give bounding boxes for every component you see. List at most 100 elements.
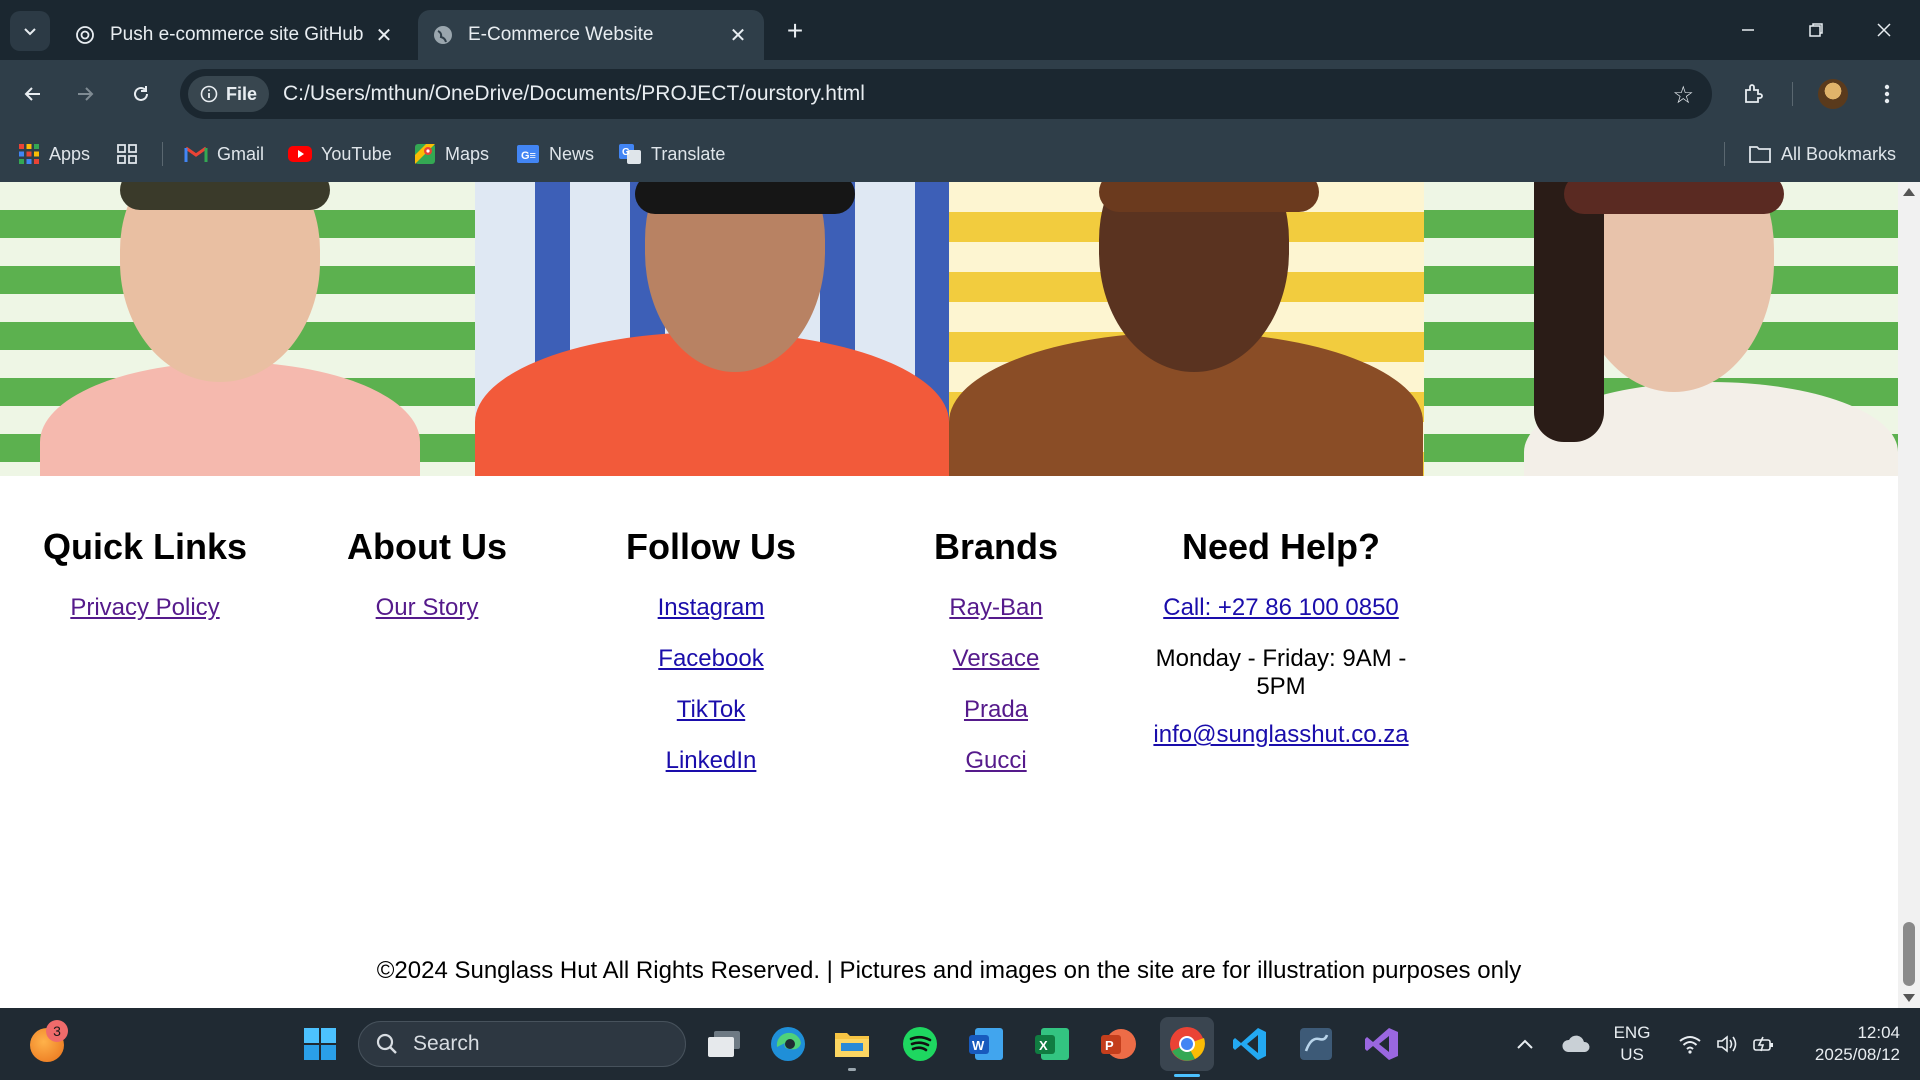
folder-icon (1749, 146, 1771, 163)
model-photo (949, 182, 1424, 476)
file-explorer-app[interactable] (830, 1022, 874, 1066)
excel-icon: X (1035, 1028, 1069, 1060)
privacy-policy-link[interactable]: Privacy Policy (0, 594, 290, 622)
language-indicator[interactable]: ENG US (1604, 1008, 1660, 1080)
tab-github[interactable]: Push e-commerce site GitHub ✕ (60, 10, 410, 60)
battery-charging-icon (1753, 1036, 1773, 1052)
close-window-button[interactable] (1850, 0, 1918, 60)
task-view-button[interactable] (702, 1022, 746, 1066)
close-icon[interactable]: ✕ (726, 23, 750, 47)
arrow-right-icon (78, 87, 94, 101)
database-icon (1300, 1028, 1332, 1060)
show-hidden-icons-button[interactable] (1508, 1008, 1542, 1080)
start-button[interactable] (298, 1022, 342, 1066)
linkedin-link[interactable]: LinkedIn (566, 747, 856, 775)
bookmark-star-icon[interactable]: ☆ (1672, 81, 1694, 110)
svg-text:W: W (972, 1038, 985, 1053)
clock[interactable]: 12:04 2025/08/12 (1790, 1008, 1910, 1080)
tab-title: Push e-commerce site GitHub (110, 24, 364, 45)
copyright-text: ©2024 Sunglass Hut All Rights Reserved. … (376, 957, 1522, 984)
vscode-app[interactable] (1228, 1022, 1272, 1066)
bookmark-gmail[interactable]: Gmail (184, 126, 264, 182)
versace-link[interactable]: Versace (851, 645, 1141, 673)
bookmark-news[interactable]: G≡ News (516, 126, 594, 182)
bookmark-translate[interactable]: G Translate (618, 126, 725, 182)
tab-search-button[interactable] (10, 11, 50, 51)
svg-text:X: X (1039, 1038, 1048, 1053)
powerpoint-app[interactable]: P (1096, 1022, 1140, 1066)
restore-button[interactable] (1782, 0, 1850, 60)
model-photo (1423, 182, 1898, 476)
globe-icon (432, 24, 454, 46)
footer-quick-links: Quick Links Privacy Policy (0, 526, 290, 645)
close-icon[interactable]: ✕ (372, 23, 396, 47)
onedrive-button[interactable] (1556, 1008, 1596, 1080)
scrollbar-thumb[interactable] (1903, 922, 1915, 986)
gucci-link[interactable]: Gucci (851, 747, 1141, 775)
word-icon: W (969, 1028, 1003, 1060)
bookmark-maps[interactable]: Maps (414, 126, 489, 182)
visual-studio-app[interactable] (1360, 1022, 1404, 1066)
tab-title: E-Commerce Website (468, 24, 654, 45)
translate-icon: G (619, 144, 641, 164)
excel-app[interactable]: X (1030, 1022, 1074, 1066)
profile-button[interactable] (1814, 75, 1852, 113)
page-scrollbar[interactable] (1898, 182, 1920, 1008)
bookmark-youtube[interactable]: YouTube (288, 126, 392, 182)
email-link[interactable]: info@sunglasshut.co.za (1136, 721, 1426, 749)
ray-ban-link[interactable]: Ray-Ban (851, 594, 1141, 622)
address-bar[interactable]: File C:/Users/mthun/OneDrive/Documents/P… (180, 69, 1712, 119)
puzzle-icon (1745, 84, 1763, 103)
facebook-link[interactable]: Facebook (566, 645, 856, 673)
scroll-up-arrow-icon[interactable] (1903, 188, 1915, 196)
phone-link[interactable]: Call: +27 86 100 0850 (1136, 594, 1426, 622)
taskbar-search[interactable]: Search (358, 1021, 686, 1067)
footer-brands: Brands Ray-Ban Versace Prada Gucci (851, 526, 1141, 798)
more-vertical-icon (1884, 84, 1890, 104)
minimize-button[interactable] (1714, 0, 1782, 60)
chrome-icon (1170, 1027, 1205, 1061)
battery-button[interactable] (1746, 1008, 1782, 1080)
tab-groups-button[interactable] (116, 126, 138, 182)
chevron-down-icon (24, 28, 36, 36)
scroll-down-arrow-icon[interactable] (1903, 994, 1915, 1002)
our-story-link[interactable]: Our Story (282, 594, 572, 622)
all-bookmarks-button[interactable]: All Bookmarks (1748, 126, 1896, 182)
bookmark-apps[interactable]: Apps (18, 126, 90, 182)
instagram-link[interactable]: Instagram (566, 594, 856, 622)
model-photo (0, 182, 475, 476)
tiktok-link[interactable]: TikTok (566, 696, 856, 724)
url-text[interactable]: C:/Users/mthun/OneDrive/Documents/PROJEC… (283, 82, 865, 106)
word-app[interactable]: W (964, 1022, 1008, 1066)
edge-app[interactable] (766, 1022, 810, 1066)
browser-toolbar: File C:/Users/mthun/OneDrive/Documents/P… (0, 60, 1920, 126)
vscode-icon (1233, 1028, 1266, 1060)
folder-icon (835, 1033, 869, 1057)
bookmark-divider (1724, 142, 1725, 166)
new-tab-button[interactable]: + (778, 14, 812, 48)
wifi-button[interactable] (1672, 1008, 1708, 1080)
site-info-button[interactable]: File (188, 76, 270, 112)
chrome-app[interactable] (1160, 1017, 1214, 1071)
gmail-icon (184, 146, 208, 162)
tab-bar: Push e-commerce site GitHub ✕ E-Commerce… (0, 0, 1920, 60)
close-icon (1877, 23, 1891, 37)
maps-icon (415, 144, 435, 164)
bookmark-label: News (549, 143, 595, 164)
tab-ecommerce[interactable]: E-Commerce Website ✕ (418, 10, 764, 60)
avatar (1818, 79, 1848, 109)
active-app-indicator (1174, 1074, 1200, 1077)
prada-link[interactable]: Prada (851, 696, 1141, 724)
reload-button[interactable] (122, 75, 160, 113)
bookmarks-bar: Apps Gmail YouTube Maps G≡ News G Transl… (0, 126, 1920, 182)
menu-button[interactable] (1868, 75, 1906, 113)
forward-button[interactable] (66, 75, 104, 113)
extensions-button[interactable] (1734, 75, 1772, 113)
cloud-icon (1562, 1035, 1590, 1052)
svg-text:G: G (622, 147, 630, 158)
back-button[interactable] (14, 75, 52, 113)
clock-time: 12:04 (1857, 1023, 1900, 1042)
volume-button[interactable] (1710, 1008, 1746, 1080)
spotify-app[interactable] (898, 1022, 942, 1066)
mysql-workbench-app[interactable] (1294, 1022, 1338, 1066)
